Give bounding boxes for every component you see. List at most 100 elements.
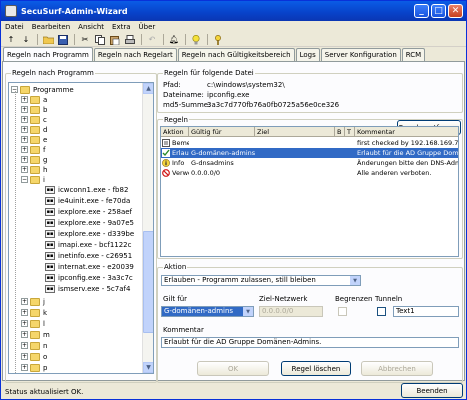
close-button[interactable]: ✕ [448, 4, 463, 18]
tree-folder[interactable]: + o [21, 352, 47, 361]
tab-regeln-nach-regelart[interactable]: Regeln nach Regelart [93, 48, 177, 61]
tunneln-checkbox[interactable] [377, 307, 386, 316]
gilt-fuer-select[interactable]: G-domänen-admins [161, 306, 254, 317]
expand-icon[interactable]: + [21, 298, 28, 305]
tree-file[interactable]: ▪▪ iexplore.exe - 258aef [45, 207, 132, 216]
expand-icon[interactable]: + [21, 146, 28, 153]
column-t[interactable]: T [345, 127, 355, 137]
column-ziel[interactable]: Ziel [255, 127, 335, 137]
expand-icon[interactable]: + [21, 116, 28, 123]
expand-icon[interactable]: + [21, 342, 28, 349]
scroll-down-arrow-icon[interactable]: ▼ [143, 362, 153, 373]
tree-folder[interactable]: + c [21, 115, 47, 124]
tree-file[interactable]: ▪▪ iexplore.exe - d339be [45, 229, 134, 238]
expand-icon[interactable]: + [21, 156, 28, 163]
table-row[interactable]: Info G-dnsadmins Änderungen bitte den DN… [161, 158, 458, 168]
tree-root[interactable]: − Programme [11, 85, 74, 94]
copy-icon[interactable] [93, 34, 107, 46]
scroll-up-arrow-icon[interactable]: ▲ [143, 83, 153, 94]
delete-rule-button[interactable]: Regel löschen [281, 361, 351, 376]
undo-icon[interactable]: ↶ [145, 34, 159, 46]
tab-logs[interactable]: Logs [295, 48, 320, 61]
action-select[interactable]: Erlauben - Programm zulassen, still blei… [161, 275, 361, 286]
expand-icon[interactable]: + [21, 309, 28, 316]
executable-icon: ▪▪ [45, 207, 55, 216]
tree-folder[interactable]: − i [21, 175, 45, 184]
expand-icon[interactable]: + [21, 126, 28, 133]
tree-file[interactable]: ▪▪ internat.exe - e20039 [45, 262, 134, 271]
column-kommentar[interactable]: Kommentar [355, 127, 458, 137]
maximize-button[interactable]: □ [431, 4, 446, 18]
paste-icon[interactable] [108, 34, 122, 46]
down-arrow-icon[interactable]: ↓ [19, 34, 33, 46]
begrenzen-checkbox[interactable] [338, 307, 347, 316]
expand-icon[interactable]: + [21, 96, 28, 103]
tree-folder[interactable]: + g [21, 155, 47, 164]
ziel-netzwerk-field[interactable]: 0.0.0.0/0 [259, 306, 323, 317]
expand-icon[interactable]: + [21, 166, 28, 173]
print-icon[interactable] [123, 34, 137, 46]
column-b[interactable]: B [335, 127, 345, 137]
menu-bearbeiten[interactable]: Bearbeiten [32, 23, 70, 31]
table-row[interactable]: Bemerk first checked by 192.168.169.70 i [161, 138, 458, 148]
tab-server-konfiguration[interactable]: Server Konfiguration [320, 48, 401, 61]
tree-file[interactable]: ▪▪ ie4uinit.exe - fe70da [45, 196, 130, 205]
executable-icon: ▪▪ [45, 185, 55, 194]
tree-file[interactable]: ▪▪ iexplore.exe - 9a07e5 [45, 218, 134, 227]
expand-icon[interactable]: + [21, 353, 28, 360]
column-aktion[interactable]: Aktion [161, 127, 189, 137]
ok-button[interactable]: OK [197, 361, 269, 376]
tab-regeln-nach-programm[interactable]: Regeln nach Programm [3, 47, 93, 61]
tree-file[interactable]: ▪▪ imapi.exe - bcf1122c [45, 240, 131, 249]
tree-folder[interactable]: + f [21, 145, 45, 154]
tree-folder[interactable]: + d [21, 125, 47, 134]
scroll-thumb[interactable] [143, 231, 153, 333]
cancel-button[interactable]: Abbrechen [361, 361, 433, 376]
tunneln-field[interactable]: Text1 [393, 306, 459, 317]
tree-scrollbar[interactable]: ▲ ▼ [142, 83, 153, 373]
tree-folder[interactable]: + k [21, 308, 47, 317]
program-tree[interactable]: − Programme + a + b + c + d + e + f + g + h − i ▪▪ icwconn1.e… [8, 82, 154, 374]
chevron-down-icon[interactable]: ▼ [243, 307, 253, 316]
expand-icon[interactable]: + [21, 106, 28, 113]
menu-datei[interactable]: Datei [5, 23, 24, 31]
save-icon[interactable] [56, 34, 70, 46]
chevron-down-icon[interactable]: ▼ [350, 276, 360, 285]
table-row[interactable]: Verweig 0.0.0.0/0 Alle anderen verboten. [161, 168, 458, 178]
gilt-fuer-value: G-domänen-admins [164, 307, 234, 315]
tree-folder[interactable]: + b [21, 105, 47, 114]
open-folder-icon[interactable] [41, 34, 55, 46]
cut-icon[interactable]: ✂ [78, 34, 92, 46]
lightbulb-icon[interactable] [189, 34, 203, 46]
expand-icon[interactable]: + [21, 364, 28, 371]
tab-regeln-nach-gueltigkeitsbereich[interactable]: Regeln nach Gültigkeitsbereich [177, 48, 295, 61]
expand-icon[interactable]: + [21, 136, 28, 143]
column-gueltig-fuer[interactable]: Gültig für [189, 127, 255, 137]
tree-folder[interactable]: + m [21, 330, 50, 339]
quit-button[interactable]: Beenden [401, 383, 463, 398]
tree-folder[interactable]: + p [21, 363, 47, 372]
tree-folder[interactable]: + e [21, 135, 47, 144]
menu-extra[interactable]: Extra [112, 23, 130, 31]
expand-icon[interactable]: + [21, 320, 28, 327]
collapse-icon[interactable]: − [21, 176, 28, 183]
tree-folder[interactable]: + l [21, 319, 45, 328]
minimize-button[interactable]: _ [414, 4, 429, 18]
tree-file[interactable]: ▪▪ ismserv.exe - 5c7af4 [45, 284, 130, 293]
menu-ansicht[interactable]: Ansicht [78, 23, 104, 31]
kommentar-field[interactable]: Erlaubt für die AD Gruppe Domänen-Admins… [161, 337, 459, 348]
table-row[interactable]: Erlaubt G-domänen-admins Erlaubt für die… [161, 148, 458, 158]
menu-ueber[interactable]: Über [139, 23, 156, 31]
tree-folder[interactable]: + n [21, 341, 47, 350]
tree-folder[interactable]: + j [21, 297, 45, 306]
tree-folder[interactable]: + h [21, 165, 47, 174]
tree-folder[interactable]: + a [21, 95, 47, 104]
tab-rcm[interactable]: RCM [401, 48, 426, 61]
help-icon[interactable] [211, 34, 225, 46]
expand-icon[interactable]: + [21, 331, 28, 338]
tree-file[interactable]: ▪▪ icwconn1.exe - fb82 [45, 185, 128, 194]
tree-file[interactable]: ▪▪ ipconfig.exe - 3a3c7c [45, 273, 133, 282]
up-arrow-icon[interactable]: ↑ [4, 34, 18, 46]
tree-file[interactable]: ▪▪ inetinfo.exe - c26951 [45, 251, 132, 260]
bell-icon[interactable]: 🔔︎ [167, 34, 181, 46]
